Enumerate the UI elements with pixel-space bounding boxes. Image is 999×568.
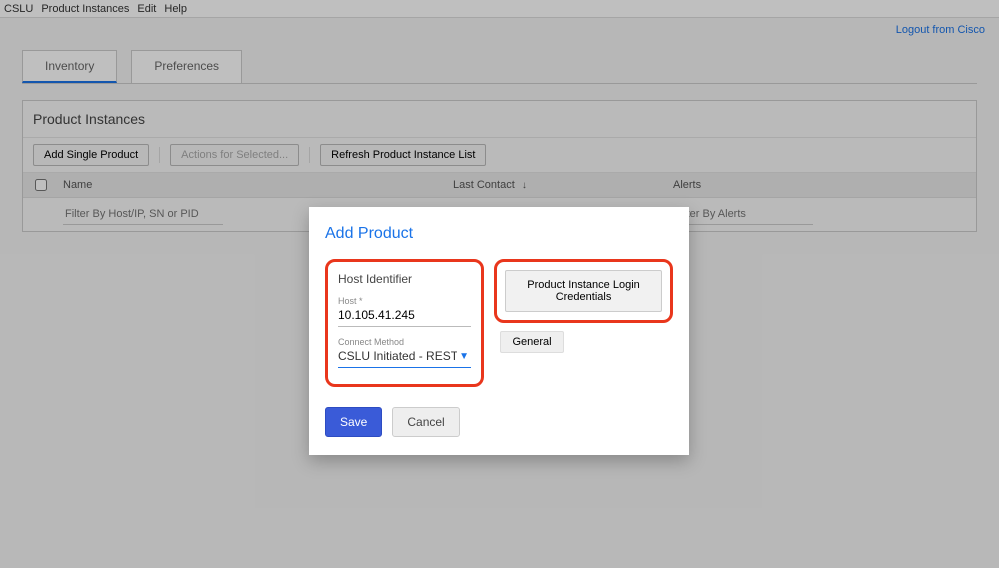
host-field-label: Host * — [338, 296, 471, 306]
add-product-dialog: Add Product Host Identifier Host * Conne… — [309, 207, 689, 455]
cancel-button[interactable]: Cancel — [392, 407, 459, 437]
host-identifier-section: Host Identifier Host * Connect Method ▼ — [325, 259, 484, 387]
save-button[interactable]: Save — [325, 407, 382, 437]
connect-method-select[interactable]: ▼ — [338, 347, 471, 368]
connect-method-value[interactable] — [338, 347, 471, 368]
product-instance-login-credentials-button[interactable]: Product Instance Login Credentials — [505, 270, 662, 312]
host-identifier-label: Host Identifier — [338, 272, 471, 286]
general-button[interactable]: General — [500, 331, 564, 353]
dialog-actions: Save Cancel — [325, 407, 673, 437]
dialog-title: Add Product — [325, 225, 673, 243]
credentials-highlight: Product Instance Login Credentials — [494, 259, 673, 323]
host-input[interactable] — [338, 306, 471, 327]
right-column: Product Instance Login Credentials Gener… — [494, 259, 673, 387]
connect-method-label: Connect Method — [338, 337, 471, 347]
dialog-body: Host Identifier Host * Connect Method ▼ … — [325, 259, 673, 387]
chevron-down-icon: ▼ — [459, 351, 469, 362]
